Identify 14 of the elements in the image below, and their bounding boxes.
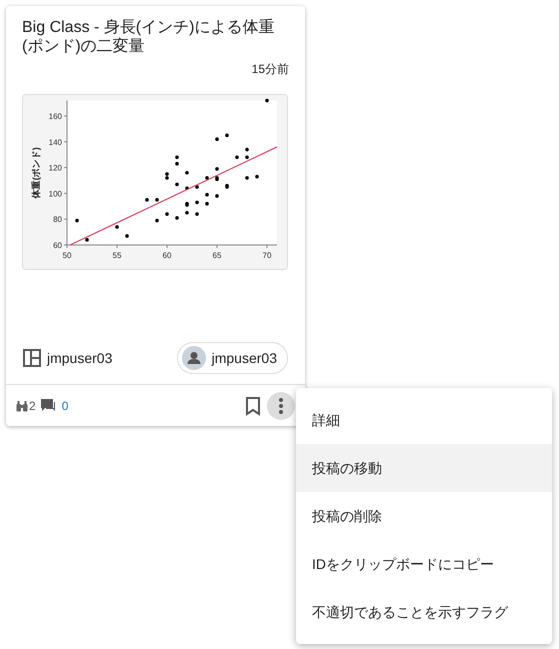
view-count: 2 xyxy=(29,398,36,414)
tick-label: 60 xyxy=(53,241,62,250)
tick-label: 140 xyxy=(48,138,62,147)
tick-label: 120 xyxy=(48,164,62,173)
tick-label: 80 xyxy=(53,215,62,224)
tick-label: 70 xyxy=(262,251,272,260)
tick-label: 160 xyxy=(48,112,62,121)
tick-label: 100 xyxy=(48,189,62,198)
tick-label: 50 xyxy=(62,251,72,260)
timestamp: 15分前 xyxy=(252,61,289,78)
tick-label: 55 xyxy=(112,251,122,260)
tick-label: 60 xyxy=(162,251,172,260)
tick-label: 65 xyxy=(212,251,222,260)
axis-label: 体重(ポンド) xyxy=(31,147,41,198)
